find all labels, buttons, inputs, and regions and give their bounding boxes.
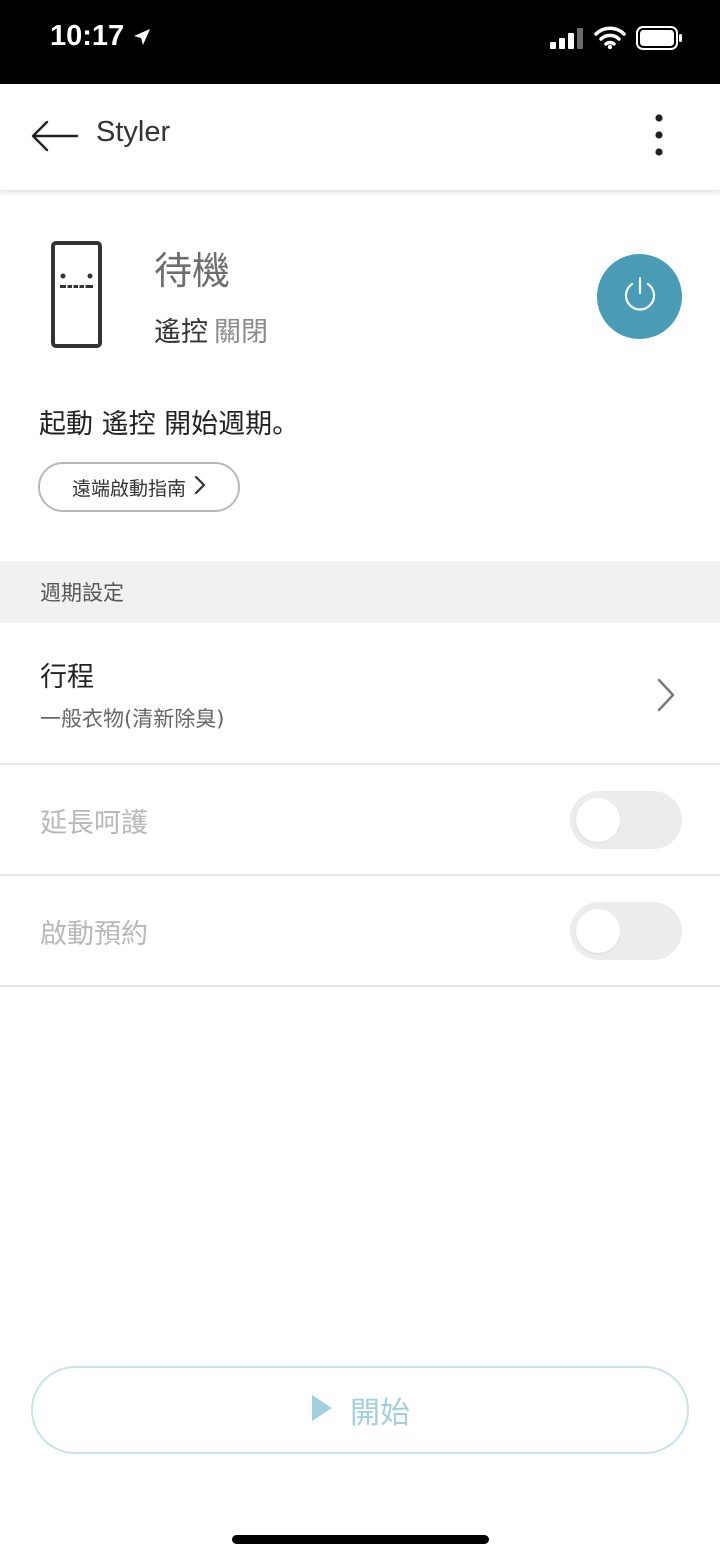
remote-status: 遙控 關閉 [154,310,268,349]
play-icon [310,1393,334,1427]
extended-care-row: 延長呵護 [0,765,720,876]
battery-icon [636,26,684,50]
app-bar: Styler [0,84,720,191]
remote-label: 遙控 [154,317,208,348]
status-icons [550,26,684,50]
course-title: 行程 [40,662,94,693]
chevron-right-icon [194,475,206,500]
remote-value: 關閉 [214,317,268,348]
power-icon [620,275,660,319]
reservation-label: 啟動預約 [40,919,148,950]
page-title: Styler [96,116,171,148]
power-button[interactable] [597,254,682,339]
wifi-icon [594,26,626,50]
status-time-text: 10:17 [50,20,125,52]
more-menu-button[interactable] [642,112,676,164]
chevron-right-icon [656,677,676,717]
toggle-knob [576,798,620,842]
start-button[interactable]: 開始 [31,1366,689,1454]
location-arrow-icon [132,27,152,47]
section-header-label: 週期設定 [40,581,124,605]
status-time: 10:17 [50,20,152,53]
cycle-settings-header: 週期設定 [0,561,720,623]
extended-care-label: 延長呵護 [40,808,148,839]
remote-start-message: 起動 遙控 開始週期。 [39,409,300,440]
extended-care-toggle[interactable] [570,791,682,849]
start-button-label: 開始 [350,1396,410,1431]
device-status: 待機 [154,249,231,293]
styler-device-icon [50,240,104,350]
course-value: 一般衣物(清新除臭) [40,707,225,731]
back-button[interactable] [26,114,82,162]
reservation-row: 啟動預約 [0,876,720,987]
status-bar: 10:17 [0,0,720,84]
arrow-left-icon [29,119,79,157]
remote-start-guide-button[interactable]: 遠端啟動指南 [38,462,240,512]
guide-button-label: 遠端啟動指南 [71,477,186,500]
home-indicator [232,1535,489,1544]
reservation-toggle[interactable] [570,902,682,960]
course-row[interactable]: 行程 一般衣物(清新除臭) [0,623,720,765]
signal-icon [550,27,584,49]
more-vertical-icon [654,113,664,163]
toggle-knob [576,909,620,953]
